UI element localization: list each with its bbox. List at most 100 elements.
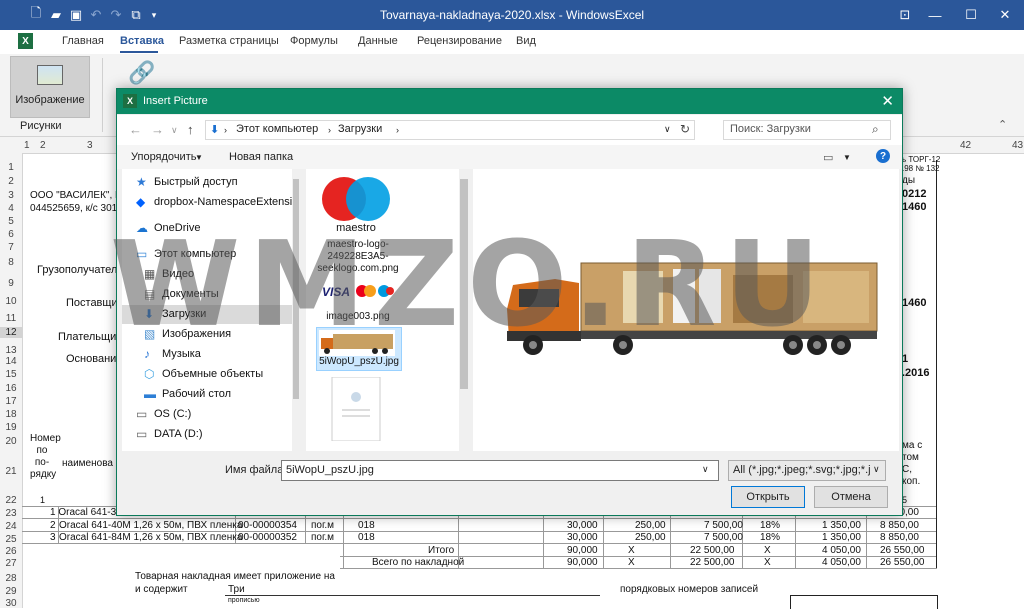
row-header[interactable]: 9 (0, 278, 22, 289)
cell-vat[interactable]: 1 350,00 (822, 532, 861, 543)
col-header[interactable]: 1 (24, 140, 30, 151)
row-header[interactable]: 22 (0, 495, 22, 506)
cell-consignee-label[interactable]: Грузополучател (37, 264, 117, 276)
row-header[interactable]: 24 (0, 521, 22, 532)
cell-header-total-1[interactable]: ма с (902, 440, 922, 451)
row-header[interactable]: 27 (0, 558, 22, 569)
row-header[interactable]: 12 (0, 327, 22, 338)
tab-page-layout[interactable]: Разметка страницы (179, 35, 279, 47)
row-header[interactable]: 21 (0, 466, 22, 477)
tab-formulas[interactable]: Формулы (290, 35, 338, 47)
cell-code-1[interactable]: 0212 (902, 188, 926, 200)
cell-codes-label[interactable]: ды (902, 175, 915, 186)
cell-itogo-sum[interactable]: 22 500,00 (690, 545, 735, 556)
filetype-dropdown-icon[interactable]: ∨ (873, 464, 883, 475)
col-header[interactable]: 3 (87, 140, 93, 151)
collapse-ribbon-icon[interactable]: ⌃ (998, 118, 1007, 131)
cell-qty[interactable]: 30,000 (567, 532, 598, 543)
nav-item[interactable]: ☁ OneDrive (122, 219, 292, 238)
cell-total[interactable]: 8 850,00 (880, 532, 919, 543)
cell-row-23[interactable]: 1 Oracal 641-36 (50, 507, 122, 518)
cell-header-number[interactable]: Номер по по- рядку (30, 433, 61, 481)
breadcrumb-this-pc[interactable]: Этот компьютер (236, 123, 318, 135)
nav-item[interactable]: ▤ Документы (122, 285, 292, 304)
forward-arrow-icon[interactable]: → (151, 122, 164, 137)
nav-scrollbar[interactable] (292, 169, 300, 451)
cell-item-code[interactable]: 00-00000354 (238, 520, 297, 531)
cell-header-name[interactable]: наименова (62, 458, 113, 469)
nav-item[interactable]: ★ Быстрый доступ (122, 173, 292, 192)
cell-supplier-name[interactable]: ООО "ВАСИЛЕК", И (30, 190, 122, 201)
cell-header-total-4[interactable]: коп. (902, 476, 920, 487)
cell-okei[interactable]: 018 (358, 532, 375, 543)
cell-row-number[interactable]: 3 (50, 532, 56, 543)
cell-in-words-text[interactable]: прописью (228, 597, 260, 604)
nav-item[interactable]: ♪ Музыка (122, 345, 292, 364)
row-header[interactable]: 18 (0, 409, 22, 420)
maximize-button[interactable]: ☐ (956, 4, 986, 26)
cell-sum[interactable]: 7 500,00 (704, 520, 743, 531)
col-header[interactable]: 42 (960, 140, 971, 151)
nav-item[interactable]: ⬇ Загрузки (122, 305, 292, 324)
cell-row-number[interactable]: 2 (50, 520, 56, 531)
row-header[interactable]: 20 (0, 436, 22, 447)
cell-itogo-vat[interactable]: 4 050,00 (822, 545, 861, 556)
tab-view[interactable]: Вид (516, 35, 536, 47)
cell-itogo-price[interactable]: X (628, 545, 635, 556)
search-input[interactable]: Поиск: Загрузки (730, 123, 811, 135)
cell-vat-rate[interactable]: 18% (760, 520, 780, 531)
file-item[interactable]: maestro maestro-logo-249228E3A5-seeklogo… (316, 173, 400, 283)
tab-data[interactable]: Данные (358, 35, 398, 47)
search-field[interactable]: Поиск: Загрузки ⌕ (723, 120, 891, 140)
dialog-close-button[interactable]: ✕ (881, 92, 894, 110)
cell-vsego-label[interactable]: Всего по накладной (372, 557, 464, 568)
cell-vsego-price[interactable]: X (628, 557, 635, 568)
nav-item[interactable]: ⬡ Объемные объекты (122, 365, 292, 384)
cell-three-text[interactable]: Три (228, 584, 245, 595)
search-icon[interactable]: ⌕ (872, 122, 879, 137)
filetype-select[interactable]: All (*.jpg;*.jpeg;*.svg;*.jpg;*.jpe ∨ (728, 460, 886, 481)
row-header[interactable]: 2 (0, 176, 22, 187)
cell-vsego-total[interactable]: 26 550,00 (880, 557, 925, 568)
view-chevron-icon[interactable]: ▼ (843, 153, 851, 162)
cell-vsego-vat[interactable]: 4 050,00 (822, 557, 861, 568)
col-header[interactable]: 2 (40, 140, 46, 151)
row-header[interactable]: 10 (0, 296, 22, 307)
tab-review[interactable]: Рецензирование (417, 35, 502, 47)
row-header[interactable]: 25 (0, 534, 22, 545)
cell-itogo-vat-rate[interactable]: X (764, 545, 771, 556)
nav-item[interactable]: ▬ Рабочий стол (122, 385, 292, 404)
row-header[interactable]: 28 (0, 573, 22, 584)
nav-item[interactable]: ▦ Видео (122, 265, 292, 284)
nav-item[interactable]: ▧ Изображения (122, 325, 292, 344)
cell-vsego-qty[interactable]: 90,000 (567, 557, 598, 568)
organize-chevron-icon[interactable]: ▼ (195, 153, 203, 162)
ribbon-display-icon[interactable]: ⊡ (890, 4, 920, 26)
cell-unit[interactable]: пог.м (311, 520, 334, 531)
cell-sum[interactable]: 7 500,00 (704, 532, 743, 543)
cell-code-3[interactable]: 1460 (902, 297, 926, 309)
file-item[interactable] (316, 377, 400, 447)
cell-itogo-qty[interactable]: 90,000 (567, 545, 598, 556)
row-header[interactable]: 26 (0, 546, 22, 557)
cell-item-code[interactable]: 00-00000352 (238, 532, 297, 543)
cell-vsego-sum[interactable]: 22 500,00 (690, 557, 735, 568)
row-header[interactable]: 1 (0, 162, 22, 173)
row-header[interactable]: 30 (0, 598, 22, 609)
minimize-button[interactable]: — (920, 4, 950, 26)
cell-vsego-vat-rate[interactable]: X (764, 557, 771, 568)
cell-payer-label[interactable]: Плательщи (58, 331, 116, 343)
open-button[interactable]: Открыть (731, 486, 805, 508)
row-header[interactable]: 15 (0, 369, 22, 380)
close-window-button[interactable]: ✕ (990, 4, 1020, 26)
row-header[interactable]: 23 (0, 508, 22, 519)
nav-item[interactable]: ▭ OS (C:) (122, 405, 292, 424)
cell-bank-details[interactable]: 044525659, к/с 3010 (30, 203, 123, 214)
cell-okei[interactable]: 018 (358, 520, 375, 531)
cell-basis-label[interactable]: Основани (66, 353, 116, 365)
cell-qty[interactable]: 30,000 (567, 520, 598, 531)
cell-code-2[interactable]: 1460 (902, 201, 926, 213)
row-header[interactable]: 14 (0, 356, 22, 367)
refresh-icon[interactable]: ↻ (680, 122, 690, 136)
col-header[interactable]: 43 (1012, 140, 1023, 151)
